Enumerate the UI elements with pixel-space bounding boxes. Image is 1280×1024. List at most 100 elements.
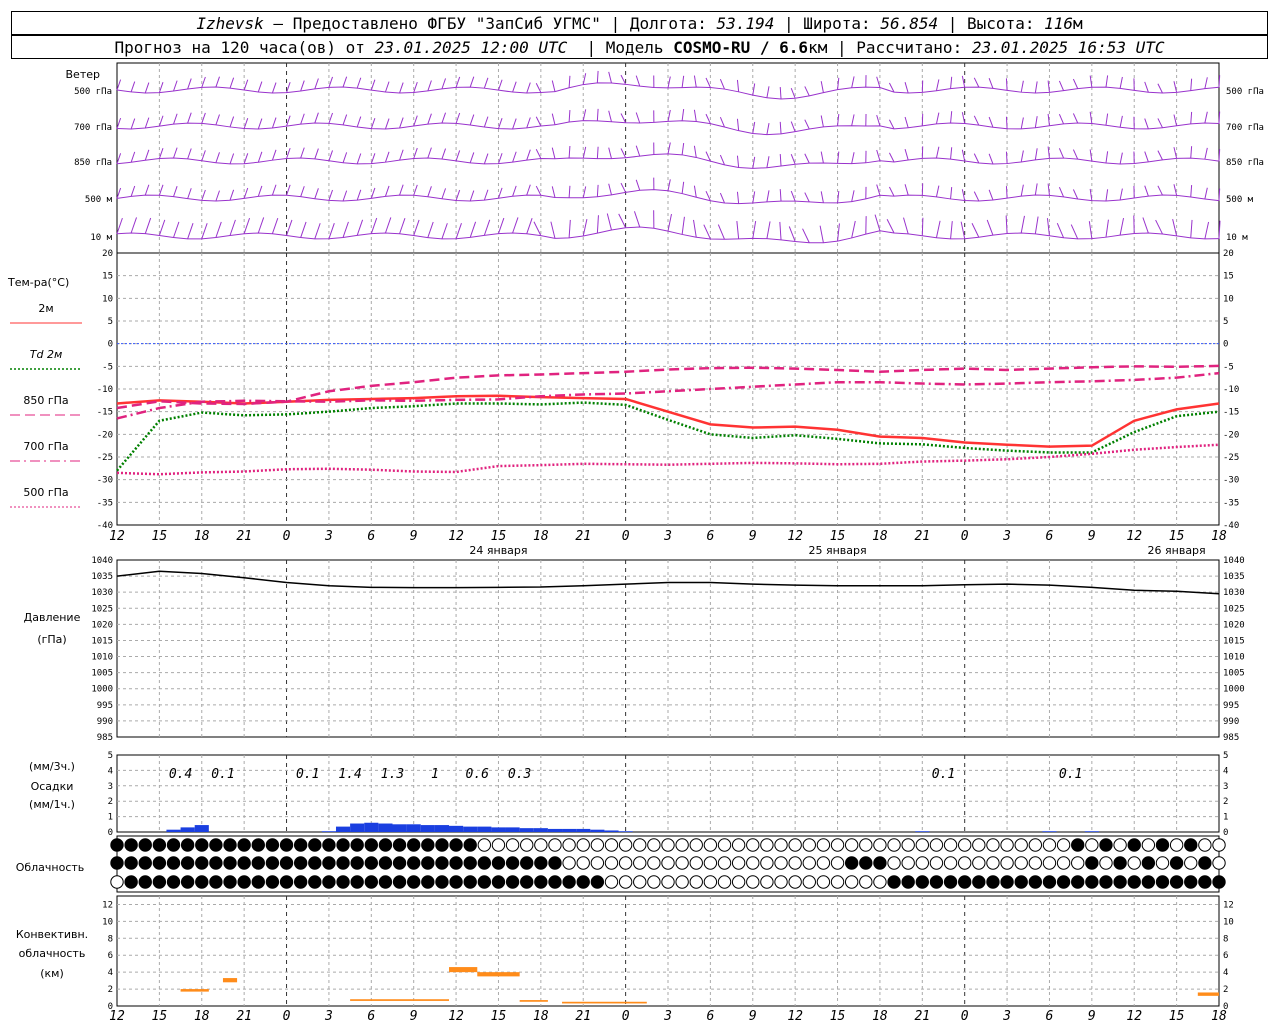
temp-ytick-right: 15 xyxy=(1223,272,1234,282)
wind-barb xyxy=(820,115,824,128)
wind-barb xyxy=(497,187,503,199)
cloud-cover-symbol xyxy=(1000,838,1014,852)
wind-barb xyxy=(568,110,571,123)
wind-barb xyxy=(384,185,390,197)
wind-barb xyxy=(441,223,448,240)
cloud-cover-symbol xyxy=(859,838,873,852)
wind-barb xyxy=(618,213,627,228)
wind-barb xyxy=(399,149,404,161)
cloud-cover-symbol xyxy=(873,856,887,870)
cloud-cover-symbol xyxy=(746,838,760,852)
xtick-label-mid: 0 xyxy=(622,529,630,544)
temp-ytick-right: 0 xyxy=(1223,340,1228,350)
cloud-cover-symbol xyxy=(604,875,619,889)
cloud-cover-symbol xyxy=(406,875,421,889)
cloud-cover-symbol xyxy=(957,856,972,870)
wind-barb xyxy=(779,121,782,134)
wind-barb xyxy=(399,184,404,196)
wind-barb xyxy=(427,80,432,92)
wind-barb xyxy=(535,83,542,93)
cloud-cover-symbol xyxy=(124,875,138,889)
wind-barb xyxy=(790,121,796,132)
cloud-cover-symbol xyxy=(293,856,308,870)
xtick-label-mid: 15 xyxy=(491,529,507,544)
precip-bar xyxy=(618,831,633,832)
cloud-cover-symbol xyxy=(703,856,718,870)
pressure-ytick-left: 1000 xyxy=(91,685,113,695)
pressure-ytick-right: 1030 xyxy=(1223,588,1245,598)
wind-barb xyxy=(158,184,164,196)
wind-barb xyxy=(988,78,994,89)
wind-barb xyxy=(1034,148,1038,160)
wind-barb xyxy=(201,76,206,88)
wind-barb xyxy=(187,112,192,124)
wind-barb xyxy=(399,217,406,234)
precip-total-label: 1.4 xyxy=(338,767,361,782)
cloud-cover-symbol xyxy=(647,875,661,889)
cloud-cover-symbol xyxy=(1099,856,1113,870)
wind-barb xyxy=(455,150,461,162)
cloud-cover-symbol xyxy=(576,838,590,852)
cloud-cover-symbol xyxy=(1071,856,1085,870)
cloud-cover-symbol xyxy=(265,838,280,852)
wind-barb xyxy=(314,148,319,160)
cloud-cover-symbol xyxy=(830,856,845,870)
wind-barb xyxy=(384,118,390,130)
wind-barb xyxy=(633,211,641,228)
wind-barb xyxy=(551,186,556,198)
temp-ytick-left: 5 xyxy=(108,317,113,327)
cloud-cover-symbol xyxy=(209,856,223,870)
wind-barb xyxy=(779,154,782,167)
cloud-cover-symbol xyxy=(802,875,816,889)
cloud-cover-symbol xyxy=(1056,856,1071,870)
wind-barb xyxy=(1034,116,1038,128)
cloud-cover-symbol xyxy=(421,875,435,889)
pressure-ytick-right: 1040 xyxy=(1223,556,1245,566)
wind-barb xyxy=(1119,188,1123,201)
cloud-cover-symbol xyxy=(1000,856,1014,870)
wind-barb xyxy=(752,156,756,169)
wind-barb xyxy=(257,217,265,234)
pressure-ytick-left: 1025 xyxy=(91,604,113,614)
cloud-cover-symbol xyxy=(915,838,930,852)
wind-barb xyxy=(399,117,404,129)
cloud-cover-symbol xyxy=(1056,838,1071,852)
pressure-ytick-right: 995 xyxy=(1223,701,1239,711)
cloud-cover-symbol xyxy=(293,838,308,852)
cloud-cover-symbol xyxy=(1056,875,1071,889)
wind-barb xyxy=(271,82,277,94)
cloud-cover-symbol xyxy=(576,856,590,870)
convective-bar xyxy=(180,989,209,992)
wind-barb xyxy=(606,213,612,231)
wind-barb xyxy=(888,119,895,130)
cloud-cover-symbol xyxy=(491,856,506,870)
cloud-cover-symbol xyxy=(505,875,520,889)
cloud-cover-symbol xyxy=(618,838,633,852)
cloud-cover-symbol xyxy=(166,856,181,870)
wind-barb xyxy=(413,81,418,93)
cloud-cover-symbol xyxy=(703,838,718,852)
wind-barb xyxy=(229,189,235,201)
cloud-cover-symbol xyxy=(110,838,124,852)
wind-barb xyxy=(752,220,757,239)
wind-barb xyxy=(116,79,122,91)
precip-ytick-right: 2 xyxy=(1223,797,1228,807)
wind-barb xyxy=(173,147,178,159)
cloud-cover-symbol xyxy=(336,856,350,870)
xtick-label-mid: 21 xyxy=(575,529,591,544)
cloud-cover-symbol xyxy=(279,838,294,852)
cloud-cover-symbol xyxy=(746,875,760,889)
cloud-cover-symbol xyxy=(1141,838,1156,852)
cloud-cover-symbol xyxy=(477,838,492,852)
convective-label-2: облачность xyxy=(19,947,86,960)
xtick-label-bottom: 12 xyxy=(787,1009,803,1024)
xtick-label-mid: 3 xyxy=(663,529,672,544)
wind-barb xyxy=(1173,114,1178,126)
cloud-cover-symbol xyxy=(322,838,336,852)
precip-bar xyxy=(505,827,520,832)
precip-bar xyxy=(378,823,393,832)
wind-barb xyxy=(526,184,531,196)
pressure-ytick-right: 1010 xyxy=(1223,653,1245,663)
pressure-ytick-right: 1020 xyxy=(1223,620,1245,630)
wind-barb xyxy=(551,80,556,92)
